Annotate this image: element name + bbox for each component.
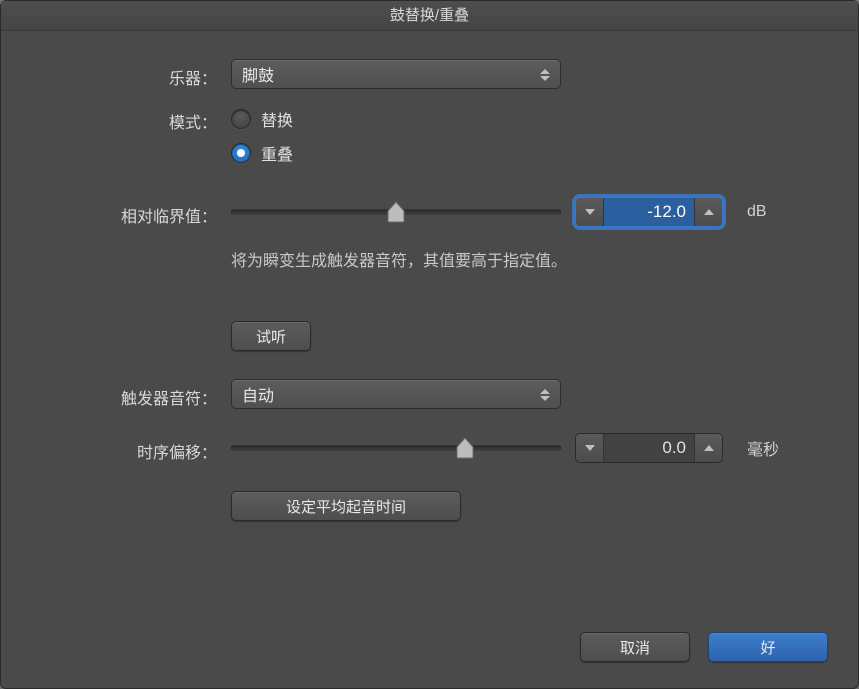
mode-radio-overlay[interactable] [231, 143, 251, 163]
ok-button[interactable]: 好 [708, 632, 828, 662]
mode-option-overlay: 重叠 [261, 141, 293, 165]
timing-offset-value[interactable]: 0.0 [604, 434, 694, 462]
instrument-label: 乐器： [41, 59, 231, 89]
threshold-slider[interactable] [231, 200, 561, 224]
trigger-note-value: 自动 [242, 382, 274, 406]
dialog-content: 乐器： 脚鼓 模式： 替换 [1, 31, 858, 688]
threshold-increment[interactable] [694, 198, 722, 226]
timing-offset-value-box[interactable]: 0.0 [575, 433, 723, 463]
threshold-hint: 将为瞬变生成触发器音符，其值要高于指定值。 [231, 247, 567, 271]
timing-offset-unit: 毫秒 [747, 436, 779, 460]
dialog-window: 鼓替换/重叠 乐器： 脚鼓 模式： [0, 0, 859, 689]
slider-thumb-icon[interactable] [386, 201, 406, 223]
updown-icon [540, 64, 554, 86]
timing-offset-increment[interactable] [694, 434, 722, 462]
timing-offset-decrement[interactable] [576, 434, 604, 462]
mode-option-replace: 替换 [261, 107, 293, 131]
trigger-note-select[interactable]: 自动 [231, 379, 561, 409]
threshold-value-box[interactable]: -12.0 [575, 197, 723, 227]
chevron-down-icon [585, 445, 595, 451]
instrument-value: 脚鼓 [242, 62, 274, 86]
trigger-note-label: 触发器音符： [41, 379, 231, 409]
set-average-attack-button[interactable]: 设定平均起音时间 [231, 491, 461, 521]
timing-offset-label: 时序偏移： [41, 433, 231, 463]
chevron-up-icon [704, 209, 714, 215]
window-title: 鼓替换/重叠 [1, 1, 858, 31]
chevron-up-icon [704, 445, 714, 451]
dialog-footer: 取消 好 [580, 632, 828, 662]
updown-icon [540, 384, 554, 406]
cancel-button[interactable]: 取消 [580, 632, 690, 662]
mode-radio-replace[interactable] [231, 109, 251, 129]
threshold-decrement[interactable] [576, 198, 604, 226]
slider-thumb-icon[interactable] [455, 437, 475, 459]
threshold-label: 相对临界值： [41, 197, 231, 227]
instrument-select[interactable]: 脚鼓 [231, 59, 561, 89]
prelisten-button[interactable]: 试听 [231, 321, 311, 351]
timing-offset-slider[interactable] [231, 436, 561, 460]
threshold-unit: dB [747, 203, 767, 221]
threshold-value[interactable]: -12.0 [604, 198, 694, 226]
mode-label: 模式： [41, 103, 231, 133]
chevron-down-icon [585, 209, 595, 215]
